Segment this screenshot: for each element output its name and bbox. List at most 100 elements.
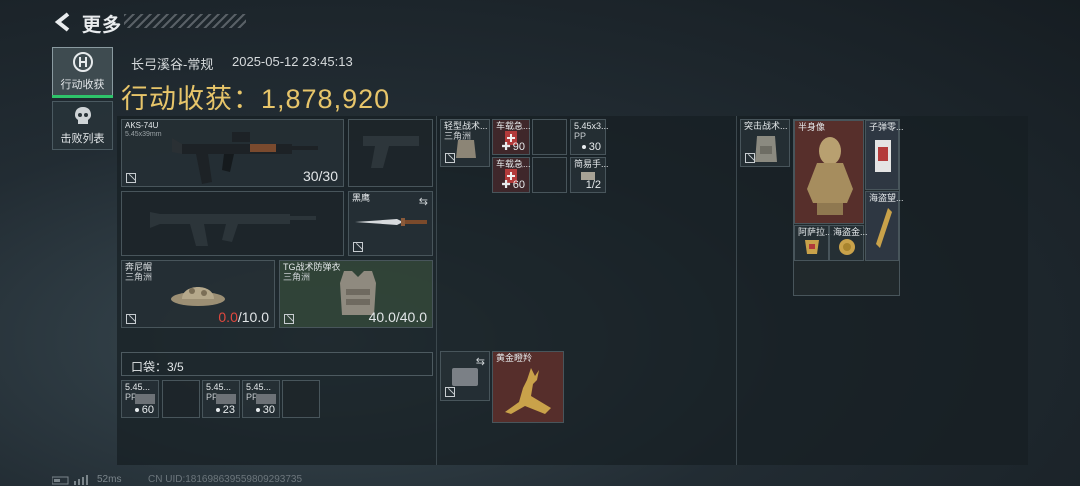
item-count: 60 bbox=[134, 404, 154, 416]
telescope-icon bbox=[876, 208, 892, 248]
map-name: 长弓溪谷-常规 bbox=[131, 57, 214, 72]
backpack-icon bbox=[755, 136, 777, 162]
chest-rig-slot[interactable]: 轻型战术... 三角洲 bbox=[440, 119, 490, 167]
lock-icon bbox=[353, 242, 363, 252]
pocket-slot-empty[interactable] bbox=[282, 380, 320, 418]
backpack-item-slot[interactable]: 半身像 bbox=[794, 120, 864, 224]
helmet-durability: 0.0/10.0 bbox=[218, 309, 269, 325]
item-name: 5.45... bbox=[125, 382, 151, 392]
item-count: 30 bbox=[255, 404, 275, 416]
card-icon bbox=[875, 140, 891, 172]
armor-durability: 40.0/40.0 bbox=[368, 309, 427, 325]
header-decoration bbox=[124, 14, 246, 28]
item-name: 车载急... bbox=[496, 159, 531, 169]
rig-slot-empty[interactable] bbox=[532, 157, 567, 193]
pocket-slot[interactable]: 5.45... PP 30 bbox=[242, 380, 280, 418]
item-name: 突击战术... bbox=[744, 121, 788, 131]
tab-kill-list[interactable]: 击败列表 bbox=[52, 101, 113, 150]
backpack-item-slot[interactable]: 海盗金... bbox=[829, 225, 868, 261]
pocket-header: 口袋：3/5 bbox=[121, 352, 433, 376]
item-count: ✚ 60 bbox=[501, 179, 525, 191]
rig-item-slot[interactable]: 5.45x3... PP 30 bbox=[570, 119, 609, 155]
weapon-ammo-count: 30/30 bbox=[302, 168, 338, 184]
rig-slot-empty[interactable] bbox=[532, 119, 567, 155]
item-sub: PP bbox=[574, 131, 587, 141]
lock-icon bbox=[445, 153, 455, 163]
item-name: 简易手... bbox=[574, 159, 609, 169]
primary-weapon-slot[interactable]: AKS-74U 5.45x39mm 30/30 bbox=[121, 119, 344, 187]
case-icon bbox=[452, 368, 478, 386]
item-name: 阿萨拉... bbox=[798, 227, 833, 237]
lock-icon bbox=[126, 173, 136, 183]
tab-raid-haul[interactable]: 行动收获 bbox=[52, 47, 113, 98]
item-count: 30 bbox=[581, 141, 601, 153]
rifle-silhouette-icon bbox=[150, 212, 316, 246]
lock-icon bbox=[745, 153, 755, 163]
backpack-item-slot[interactable]: 子弹零... bbox=[865, 120, 904, 190]
target-icon bbox=[72, 52, 93, 72]
haul-value: 行动收获：1,878,920 bbox=[121, 77, 390, 116]
item-name: 黄金瞪羚 bbox=[496, 353, 533, 363]
item-name: 5.45x3... bbox=[574, 121, 609, 131]
rifle-icon bbox=[172, 132, 318, 184]
boonie-hat-icon bbox=[171, 287, 225, 306]
gold-coin-icon bbox=[839, 239, 855, 255]
ammo-box-icon bbox=[256, 394, 276, 404]
helmet-durability-max: /10.0 bbox=[237, 309, 269, 325]
player-uid: CN UID:181698639559809293735 bbox=[148, 474, 303, 485]
chest-rig-icon bbox=[456, 140, 476, 158]
rig-item-slot[interactable]: 简易手... 1/2 bbox=[570, 157, 609, 193]
item-name: 海盗金... bbox=[833, 227, 868, 237]
tab-label: 击败列表 bbox=[60, 133, 105, 145]
swap-icon: ⇆ bbox=[418, 196, 428, 208]
pistol-icon bbox=[363, 136, 419, 168]
item-name: 半身像 bbox=[798, 122, 826, 132]
rig-item-slot[interactable]: 车载急... ✚ 90 bbox=[492, 119, 531, 155]
item-count: 1/2 bbox=[585, 179, 601, 191]
case-slot[interactable]: ⇆ bbox=[440, 351, 490, 401]
pocket-slot-empty[interactable] bbox=[162, 380, 200, 418]
lock-icon bbox=[284, 314, 294, 324]
backpack-item-slot[interactable]: 海盗望... bbox=[865, 191, 904, 261]
lock-icon bbox=[126, 314, 136, 324]
lock-icon bbox=[445, 387, 455, 397]
haul-amount: 1,878,920 bbox=[261, 84, 391, 114]
pistol-slot[interactable] bbox=[348, 119, 433, 187]
valuable-item-slot[interactable]: 黄金瞪羚 bbox=[492, 351, 564, 423]
raid-datetime: 2025-05-12 23:45:13 bbox=[232, 54, 353, 69]
knife-icon bbox=[355, 218, 427, 226]
backpack-slot[interactable]: 突击战术... bbox=[740, 119, 790, 167]
helmet-durability-current: 0.0 bbox=[218, 309, 238, 325]
armor-name: TG战术防弹衣 bbox=[283, 262, 341, 272]
ammo-box-icon bbox=[135, 394, 155, 404]
ping-value: 52ms bbox=[97, 474, 122, 485]
helmet-name: 奔尼帽 bbox=[125, 262, 153, 272]
item-count: ✚ 90 bbox=[501, 141, 525, 153]
battery-signal-icon bbox=[52, 475, 88, 485]
item-count: 23 bbox=[215, 404, 235, 416]
pocket-slot[interactable]: 5.45... PP 23 bbox=[202, 380, 240, 418]
armor-slot[interactable]: TG战术防弹衣 三角洲 40.0/40.0 bbox=[279, 260, 433, 328]
back-button[interactable] bbox=[52, 11, 74, 33]
item-name: 轻型战术... bbox=[444, 121, 488, 131]
bust-statue-icon bbox=[807, 137, 853, 215]
backpack-item-slot[interactable]: 阿萨拉... bbox=[794, 225, 833, 261]
item-name: 子弹零... bbox=[869, 122, 904, 132]
item-name: 海盗望... bbox=[869, 193, 904, 203]
helmet-sub: 三角洲 bbox=[125, 272, 153, 282]
melee-name: 黑鹰 bbox=[352, 193, 371, 203]
item-name: 5.45... bbox=[246, 382, 272, 392]
rig-item-slot[interactable]: 车载急... ✚ 60 bbox=[492, 157, 531, 193]
armor-sub: 三角洲 bbox=[283, 272, 311, 282]
cup-icon bbox=[805, 240, 819, 254]
golden-gazelle-icon bbox=[505, 368, 551, 414]
item-name: 车载急... bbox=[496, 121, 531, 131]
melee-slot[interactable]: 黑鹰 ⇆ bbox=[348, 191, 433, 256]
secondary-weapon-slot[interactable] bbox=[121, 191, 344, 256]
pocket-slot[interactable]: 5.45... PP 60 bbox=[121, 380, 159, 418]
helmet-slot[interactable]: 奔尼帽 三角洲 0.0/10.0 bbox=[121, 260, 275, 328]
divider bbox=[436, 116, 437, 465]
chevron-left-icon bbox=[54, 12, 70, 32]
divider bbox=[736, 116, 737, 465]
weapon-ammo-type: 5.45x39mm bbox=[125, 131, 162, 138]
